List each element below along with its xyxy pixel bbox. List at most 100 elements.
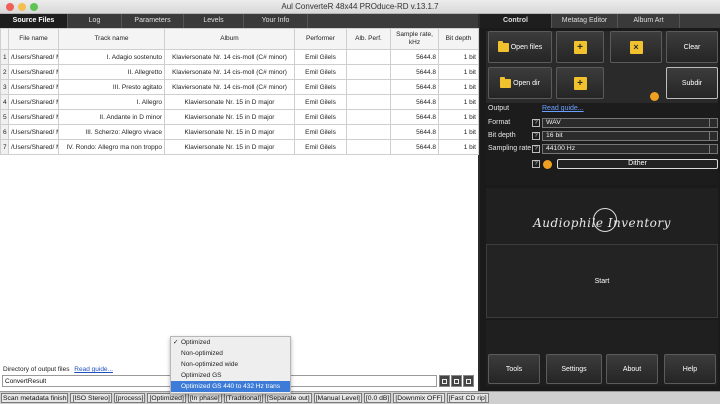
bit-depth-select[interactable]: 16 bit <box>542 131 718 141</box>
open-dir-button[interactable]: Open dir <box>488 67 552 99</box>
column-header-album-performer[interactable]: Alb. Perf. <box>346 28 391 50</box>
empty-cell <box>295 275 347 290</box>
tab-source-files[interactable]: Source Files <box>0 14 68 28</box>
status-segment[interactable]: [Fast CD rip] <box>446 393 489 403</box>
settings-button[interactable]: Settings <box>546 354 602 384</box>
empty-cell <box>59 170 165 185</box>
table-row[interactable]: 3/Users/Shared/ Music/Piano ...III. Pres… <box>0 79 479 95</box>
output-guide-link[interactable]: Read guide... <box>542 105 584 112</box>
bit-depth-cell: 1 bit <box>438 124 479 140</box>
empty-cell <box>295 260 347 275</box>
empty-cell <box>1 335 9 350</box>
status-segment[interactable]: [Downmix OFF] <box>393 393 445 403</box>
empty-cell <box>347 215 391 230</box>
open-directory-button[interactable] <box>451 375 462 387</box>
table-row[interactable]: 5/Users/Shared/ Music/Piano ...II. Andan… <box>0 109 479 125</box>
table-row[interactable]: 1/Users/Shared/ Music/Piano ...I. Adagio… <box>0 49 479 65</box>
empty-cell <box>347 305 391 320</box>
processing-mode-dropdown[interactable]: Optimized Non-optimized Non-optimized wi… <box>170 336 291 394</box>
empty-cell <box>391 155 439 170</box>
dropdown-option-non-optimized[interactable]: Non-optimized <box>171 348 290 359</box>
column-header-track-name[interactable]: Track name <box>58 28 165 50</box>
title-bar: Aul ConverteR 48x44 PROduce-RD v.13.1.7 <box>0 0 720 14</box>
status-segment[interactable]: [Traditional] <box>223 393 263 403</box>
column-header[interactable] <box>0 28 9 50</box>
empty-cell <box>165 230 295 245</box>
table-row[interactable]: 2/Users/Shared/ Music/Piano ...II. Alleg… <box>0 64 479 80</box>
table-row[interactable]: 4/Users/Shared/ Music/Piano ...I. Allegr… <box>0 94 479 110</box>
left-pane: Source Files Log Parameters Levels Your … <box>0 14 479 391</box>
empty-cell <box>59 305 165 320</box>
dither-button[interactable]: Dither <box>557 159 718 169</box>
empty-cell <box>9 320 59 335</box>
table-row[interactable]: 6/Users/Shared/ Music/Piano ...III. Sche… <box>0 124 479 140</box>
clear-label: Clear <box>683 43 701 51</box>
column-header-performer[interactable]: Performer <box>294 28 347 50</box>
empty-table-row <box>1 215 479 230</box>
subdir-indicator-icon[interactable] <box>650 92 659 101</box>
empty-table-row <box>1 275 479 290</box>
empty-cell <box>347 335 391 350</box>
empty-cell <box>347 230 391 245</box>
empty-table-row <box>1 200 479 215</box>
open-files-button[interactable]: Open files <box>488 31 552 63</box>
track-name-cell: II. Allegretto <box>58 64 165 80</box>
dropdown-option-optimized-gs-432[interactable]: Optimized GS 440 to 432 Hz trans <box>171 381 290 392</box>
about-button[interactable]: About <box>606 354 658 384</box>
sampling-rate-select[interactable]: 44100 Hz <box>542 144 718 154</box>
source-files-table-area: File name Track name Album Performer Alb… <box>0 28 479 376</box>
column-header-bit-depth[interactable]: Bit depth <box>438 28 479 50</box>
directory-options-button[interactable] <box>463 375 474 387</box>
options-icon <box>466 379 471 384</box>
empty-cell <box>391 245 439 260</box>
album-performer-cell <box>346 109 391 125</box>
tab-metatag-editor[interactable]: Metatag Editor <box>552 14 618 28</box>
table-row[interactable]: 7/Users/Shared/ Music/Piano ...IV. Rondo… <box>0 139 479 155</box>
bit-depth-help-icon[interactable]: ? <box>532 132 540 140</box>
status-segment[interactable]: Scan metadata finish <box>1 393 69 403</box>
status-segment[interactable]: [process] <box>113 393 146 403</box>
dither-help-icon[interactable]: ? <box>532 160 540 168</box>
status-segment[interactable]: [Manual Level] <box>313 393 362 403</box>
status-segment[interactable]: [Separate out] <box>264 393 312 403</box>
album-performer-cell <box>346 49 391 65</box>
tools-button[interactable]: Tools <box>488 354 540 384</box>
column-header-sample-rate[interactable]: Sample rate, kHz <box>390 28 439 50</box>
tab-control[interactable]: Control <box>480 14 552 28</box>
add-files-button[interactable]: + <box>556 31 604 63</box>
browse-directory-button[interactable] <box>439 375 450 387</box>
format-select[interactable]: WAV <box>542 118 718 128</box>
tab-levels[interactable]: Levels <box>184 14 244 28</box>
dither-indicator-icon[interactable] <box>543 160 552 169</box>
chevron-down-icon <box>709 144 717 154</box>
status-segment[interactable]: [ISO Stereo] <box>70 393 112 403</box>
start-button[interactable]: Start <box>486 244 718 318</box>
sampling-rate-help-icon[interactable]: ? <box>532 145 540 153</box>
file-name-cell: /Users/Shared/ Music/Piano ... <box>8 139 59 155</box>
dropdown-option-optimized[interactable]: Optimized <box>171 337 290 348</box>
dropdown-option-optimized-gs[interactable]: Optimized GS <box>171 370 290 381</box>
help-button[interactable]: Help <box>664 354 716 384</box>
album-cell: Klaviersonate Nr. 14 cis-moll (C# minor) <box>164 79 295 95</box>
column-header-album[interactable]: Album <box>164 28 295 50</box>
status-segment[interactable]: [In phase] <box>187 393 222 403</box>
add-dir-button[interactable]: + <box>556 67 604 99</box>
tab-log[interactable]: Log <box>68 14 122 28</box>
dropdown-option-non-optimized-wide[interactable]: Non-optimized wide <box>171 359 290 370</box>
empty-cell <box>9 305 59 320</box>
tab-album-art[interactable]: Album Art <box>618 14 680 28</box>
status-segment[interactable]: [Optimized] <box>147 393 186 403</box>
subdir-button[interactable]: Subdir <box>666 67 718 99</box>
empty-cell <box>391 320 439 335</box>
tab-your-info[interactable]: Your Info <box>244 14 308 28</box>
sampling-rate-label: Sampling rate <box>488 145 532 152</box>
empty-cell <box>295 230 347 245</box>
clear-button[interactable]: Clear <box>666 31 718 63</box>
format-help-icon[interactable]: ? <box>532 119 540 127</box>
column-header-file-name[interactable]: File name <box>8 28 59 50</box>
tab-parameters[interactable]: Parameters <box>122 14 184 28</box>
empty-cell <box>391 215 439 230</box>
status-segment[interactable]: [0.0 dB] <box>363 393 392 403</box>
output-directory-guide-link[interactable]: Read guide... <box>74 366 113 373</box>
remove-file-button[interactable]: × <box>610 31 662 63</box>
